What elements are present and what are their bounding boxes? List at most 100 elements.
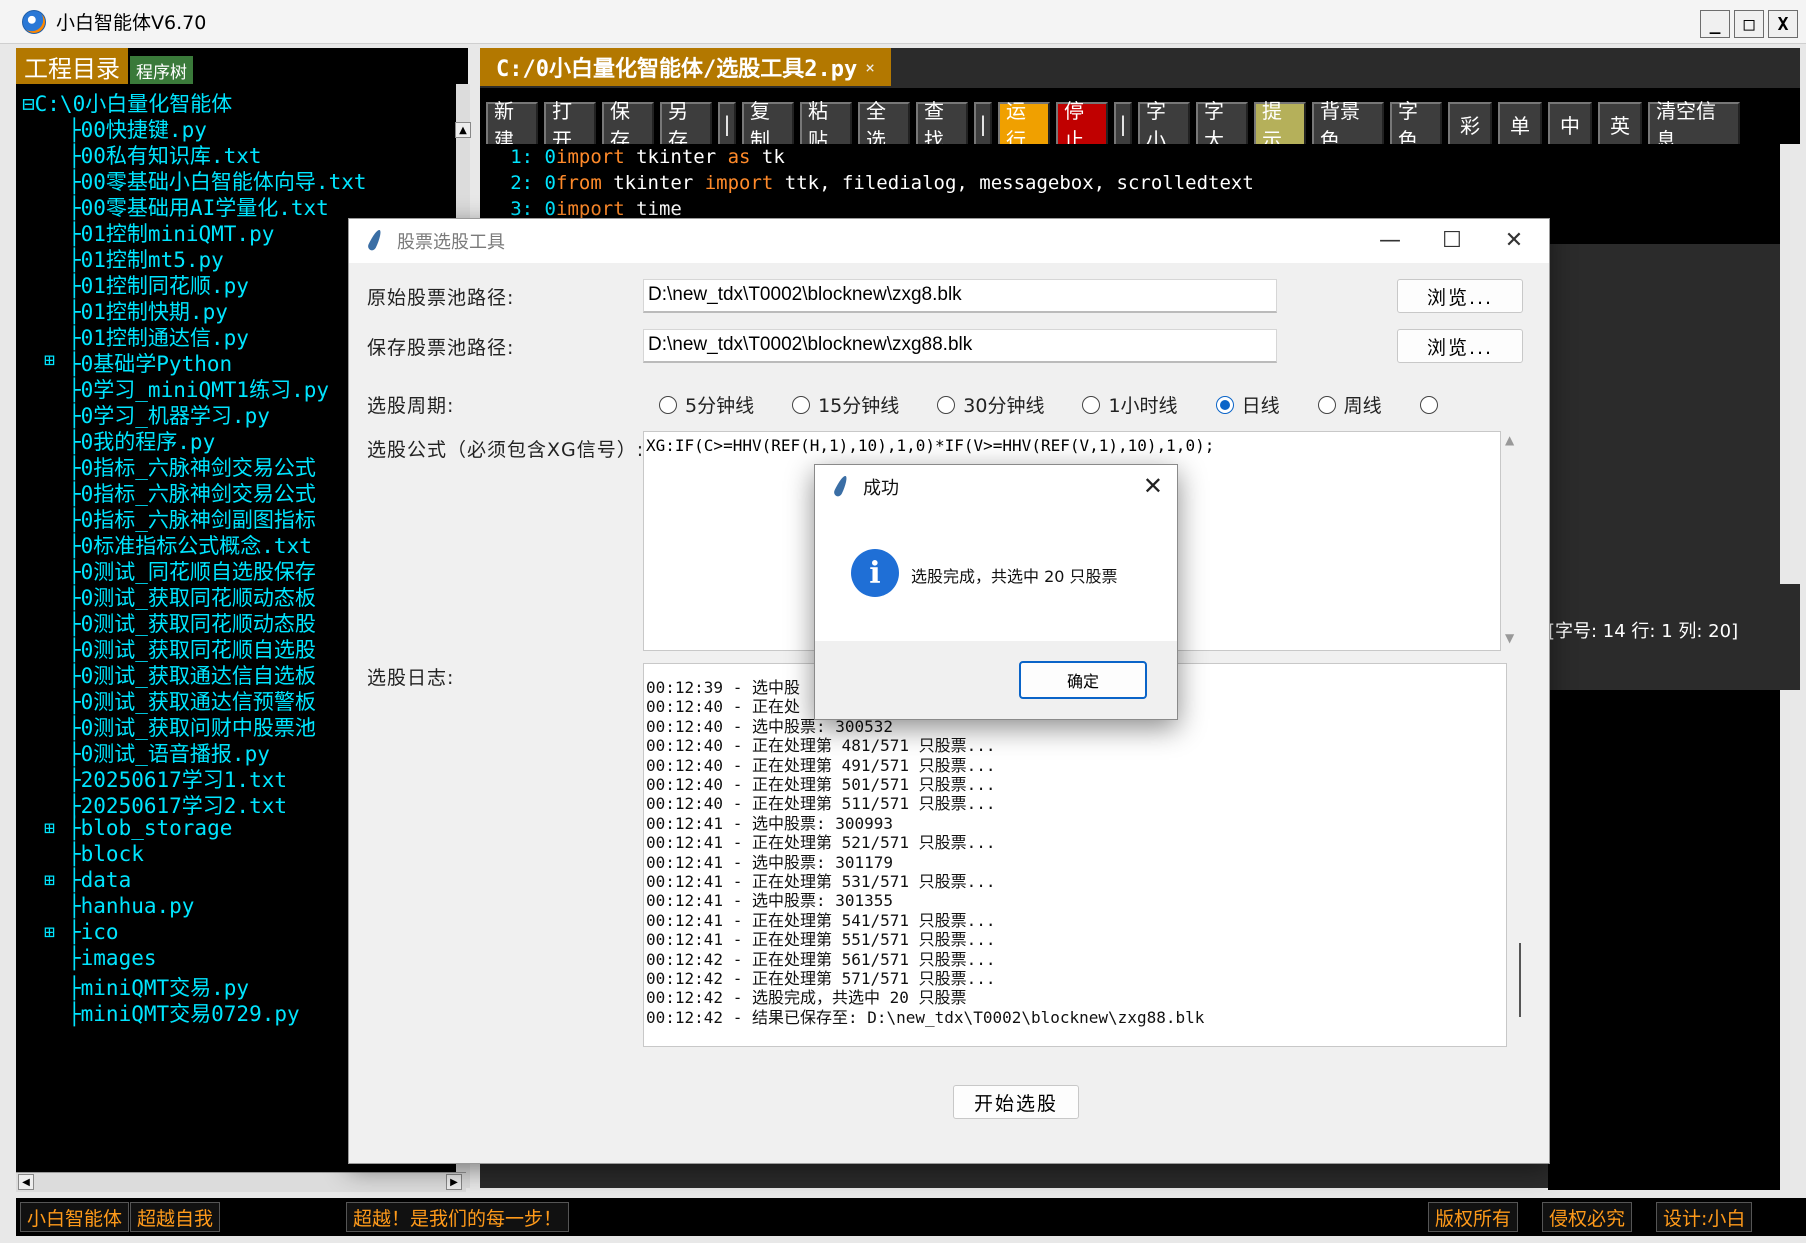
tab-project-directory[interactable]: 工程目录 [16, 48, 128, 84]
toolbar-button-21[interactable]: 英 [1598, 102, 1642, 146]
formula-scrollbar[interactable]: ▲ ▼ [1501, 431, 1523, 651]
tree-item[interactable]: ├hanhua.py [68, 894, 194, 918]
tree-item[interactable]: ├images [68, 946, 157, 970]
scroll-up-icon[interactable]: ▲ [455, 122, 471, 138]
toolbar-button-14[interactable]: 字大 [1196, 99, 1248, 152]
period-radio-label: 5分钟线 [685, 395, 755, 417]
tab-close-icon[interactable]: × [865, 58, 875, 77]
feather-icon [833, 475, 849, 499]
tree-item[interactable]: ├miniQMT交易0729.py [68, 998, 300, 1028]
period-radio-4[interactable]: 日线 [1215, 391, 1280, 418]
ok-button[interactable]: 确定 [1019, 661, 1147, 699]
toolbar-button-13[interactable]: 字小 [1138, 99, 1190, 152]
radio-circle-icon[interactable] [937, 395, 956, 414]
radio-circle-icon[interactable] [792, 395, 811, 414]
app-logo-icon [22, 9, 46, 34]
toolbar-button-20[interactable]: 中 [1548, 102, 1592, 146]
success-body: i 选股完成，共选中 20 只股票 [815, 509, 1177, 641]
success-titlebar: 成功 ✕ [815, 465, 1177, 509]
toolbar-button-2[interactable]: 保存 [602, 99, 654, 152]
toolbar-button-18[interactable]: 彩 [1448, 102, 1492, 146]
toolbar-button-15[interactable]: 提示 [1254, 99, 1306, 152]
tree-expand-icon[interactable]: ⊞ [44, 350, 55, 371]
radio-circle-icon[interactable] [1317, 395, 1336, 414]
radio-circle-icon[interactable] [1082, 395, 1101, 414]
dialog-maximize-icon[interactable]: ☐ [1437, 225, 1467, 255]
toolbar-button-10[interactable]: 运行 [998, 99, 1050, 152]
code-text: time [624, 198, 682, 220]
dialog-window-controls: — ☐ ✕ [1375, 225, 1529, 255]
tree-expand-icon[interactable]: ⊞ [44, 922, 55, 943]
tree-horizontal-scrollbar[interactable]: ◀ ▶ [16, 1172, 466, 1192]
radio-circle-icon[interactable] [659, 395, 677, 414]
tree-item[interactable]: ├ico [68, 920, 119, 944]
tree-item[interactable]: ├blob_storage [68, 816, 232, 840]
toolbar-button-7[interactable]: 全选 [858, 99, 910, 152]
toolbar-button-0[interactable]: 新建 [486, 99, 538, 152]
tree-expand-icon[interactable]: ⊞ [44, 818, 55, 839]
editor-vertical-scrollbar[interactable] [1780, 144, 1800, 584]
editor-tab-title: C:/0小白量化智能体/选股工具2.py [496, 57, 858, 82]
dialog-minimize-icon[interactable]: — [1375, 225, 1405, 255]
app-title: 小白智能体V6.70 [56, 12, 207, 34]
toolbar-button-17[interactable]: 字色 [1390, 99, 1442, 152]
log-line: 00:12:41 - 选中股票: 300993 [646, 813, 894, 833]
log-textarea[interactable]: 00:12:39 - 选中股 00:12:40 - 正在处 00:12:40 - 选… [643, 663, 1507, 1047]
dialog-close-icon[interactable]: ✕ [1499, 225, 1529, 255]
browse-save-button[interactable]: 浏览... [1397, 329, 1523, 363]
source-path-input[interactable]: D:\new_tdx\T0002\blocknew\zxg8.blk [643, 279, 1277, 313]
scroll-left-icon[interactable]: ◀ [18, 1174, 34, 1190]
radio-circle-icon[interactable] [1419, 395, 1438, 414]
formula-scroll-up-icon[interactable]: ▲ [1505, 433, 1514, 447]
log-line: 00:12:41 - 正在处理第 521/571 只股票... [646, 833, 996, 853]
period-radio-2[interactable]: 30分钟线 [937, 391, 1044, 418]
toolbar-button-5[interactable]: 复制 [742, 99, 794, 152]
log-scrollbar[interactable] [1509, 663, 1531, 1047]
period-radio-label: 日线 [1241, 395, 1280, 417]
log-label: 选股日志: [367, 667, 455, 689]
period-radio-0[interactable]: 5分钟线 [659, 391, 754, 418]
code-text: tkinter [624, 146, 728, 168]
status-app-name: 小白智能体 [20, 1202, 130, 1232]
toolbar-button-11[interactable]: 停止 [1056, 99, 1108, 152]
log-line: 00:12:40 - 正在处理第 491/571 只股票... [646, 755, 996, 775]
toolbar-button-3[interactable]: 另存 [660, 99, 712, 152]
period-radio-3[interactable]: 1小时线 [1082, 391, 1178, 418]
toolbar-button-22[interactable]: 清空信息 [1648, 99, 1740, 152]
toolbar-button-1[interactable]: 打开 [544, 99, 596, 152]
tree-item[interactable]: ├data [68, 868, 131, 892]
log-line: 00:12:41 - 正在处理第 531/571 只股票... [646, 872, 996, 891]
log-line: 00:12:41 - 正在处理第 551/571 只股票... [646, 930, 996, 950]
toolbar-button-8[interactable]: 查找 [916, 99, 968, 152]
output-vertical-scrollbar[interactable] [1780, 690, 1800, 1190]
period-radio-1[interactable]: 15分钟线 [792, 391, 899, 418]
toolbar-button-19[interactable]: 单 [1498, 102, 1542, 146]
line-number: 2: 0 [510, 172, 556, 194]
success-message: 选股完成，共选中 20 只股票 [911, 567, 1118, 586]
left-tabs: 工程目录 程序树 [16, 48, 193, 84]
log-scroll-thumb[interactable] [1519, 943, 1521, 1017]
radio-circle-icon[interactable] [1215, 395, 1234, 414]
period-radio-6[interactable] [1419, 391, 1446, 418]
editor-tab[interactable]: C:/0小白量化智能体/选股工具2.py × [480, 48, 891, 86]
minimize-button[interactable]: _ [1700, 10, 1730, 38]
browse-source-button[interactable]: 浏览... [1397, 279, 1523, 313]
toolbar-button-16[interactable]: 背景色 [1312, 99, 1384, 152]
tree-expand-icon[interactable]: ⊞ [44, 870, 55, 891]
period-radio-5[interactable]: 周线 [1317, 391, 1382, 418]
save-path-input[interactable]: D:\new_tdx\T0002\blocknew\zxg88.blk [643, 329, 1277, 363]
close-button[interactable]: X [1768, 10, 1798, 38]
formula-scroll-down-icon[interactable]: ▼ [1505, 631, 1514, 645]
toolbar-button-6[interactable]: 粘贴 [800, 99, 852, 152]
scroll-right-icon[interactable]: ▶ [446, 1174, 462, 1190]
tree-item[interactable]: ├block [68, 842, 144, 866]
start-selection-button[interactable]: 开始选股 [953, 1085, 1079, 1119]
stock-selector-title: 股票选股工具 [397, 232, 505, 253]
tab-program-tree[interactable]: 程序树 [130, 56, 193, 84]
toolbar-separator: | [1114, 102, 1132, 146]
status-motto: 超越！是我们的每一步！ [346, 1202, 570, 1232]
maximize-button[interactable]: □ [1734, 10, 1764, 38]
success-close-icon[interactable]: ✕ [1143, 472, 1163, 500]
save-path-label: 保存股票池路径: [367, 337, 515, 359]
status-bar: 小白智能体 超越自我 超越！是我们的每一步！ 版权所有 侵权必究 设计:小白 [16, 1198, 1806, 1236]
